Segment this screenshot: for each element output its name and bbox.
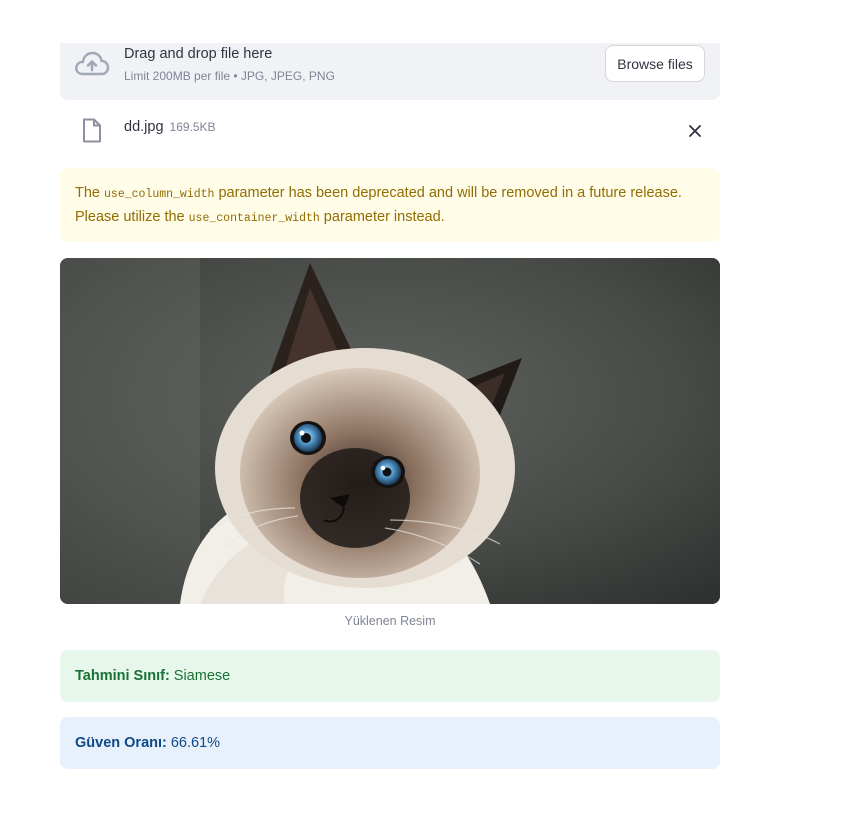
file-dropzone[interactable]: Drag and drop file here Limit 200MB per …: [60, 43, 720, 100]
browse-files-button[interactable]: Browse files: [605, 45, 705, 82]
warning-text-3: parameter instead.: [319, 209, 445, 225]
file-name: dd.jpg: [124, 119, 164, 135]
deprecation-warning: The use_column_width parameter has been …: [60, 168, 720, 242]
confidence-value: 66.61%: [170, 735, 221, 751]
confidence-alert: Güven Oranı: 66.61%: [60, 717, 720, 769]
prediction-value: Siamese: [173, 668, 231, 684]
close-icon: [689, 125, 701, 137]
prediction-label: Tahmini Sınıf:: [75, 668, 170, 684]
dropzone-title: Drag and drop file here: [124, 46, 273, 62]
file-size: 169.5KB: [169, 120, 216, 134]
remove-file-button[interactable]: [684, 120, 706, 142]
prediction-alert: Tahmini Sınıf: Siamese: [60, 650, 720, 702]
cloud-upload-icon: [74, 50, 110, 78]
uploaded-image: [60, 258, 720, 604]
image-caption: Yüklenen Resim: [344, 614, 436, 628]
warning-code-1: use_column_width: [104, 188, 215, 201]
warning-code-2: use_container_width: [188, 212, 320, 225]
dropzone-limit-text: Limit 200MB per file • JPG, JPEG, PNG: [124, 69, 335, 83]
file-icon: [82, 118, 102, 143]
confidence-label: Güven Oranı:: [75, 735, 167, 751]
file-name-group: dd.jpg 169.5KB: [124, 119, 216, 135]
warning-text-1: The: [75, 185, 105, 201]
uploaded-file-row: dd.jpg 169.5KB: [60, 110, 720, 150]
